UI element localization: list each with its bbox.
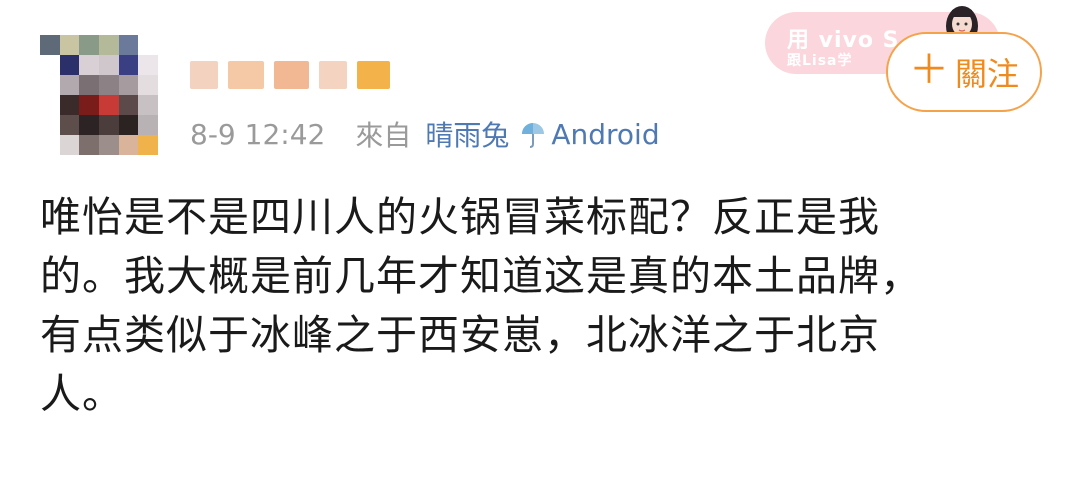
- post-body-line: 唯怡是不是四川人的火锅冒菜标配？反正是我: [40, 193, 880, 241]
- device-name[interactable]: Android: [551, 118, 659, 151]
- post-body-line: 人。: [40, 370, 124, 418]
- follow-label: 關注: [954, 55, 1019, 93]
- post-body: 唯怡是不是四川人的火锅冒菜标配？反正是我 的。我大概是前几年才知道这是真的本土品…: [40, 188, 1040, 424]
- banner-text-line2: 跟Lisa学: [787, 53, 853, 69]
- source-link[interactable]: 晴雨兔: [425, 114, 509, 154]
- umbrella-icon: [519, 119, 547, 149]
- source-prefix: 來自: [355, 119, 412, 152]
- plus-icon: ＋: [908, 47, 949, 93]
- avatar[interactable]: [40, 35, 158, 155]
- post-meta: 8-9 12:42 來自 晴雨兔 Android: [190, 112, 660, 156]
- follow-button[interactable]: ＋ 關注: [886, 32, 1042, 112]
- post-body-line: 有点类似于冰峰之于西安崽，北冰洋之于北京: [40, 311, 880, 359]
- username-blurred[interactable]: [190, 55, 391, 95]
- weibo-post: 8-9 12:42 來自 晴雨兔 Android 用 vivo S 跟Lisa学: [0, 0, 1080, 488]
- post-timestamp: 8-9 12:42: [190, 117, 326, 151]
- post-body-line: 的。我大概是前几年才知道这是真的本土品牌，: [40, 252, 922, 300]
